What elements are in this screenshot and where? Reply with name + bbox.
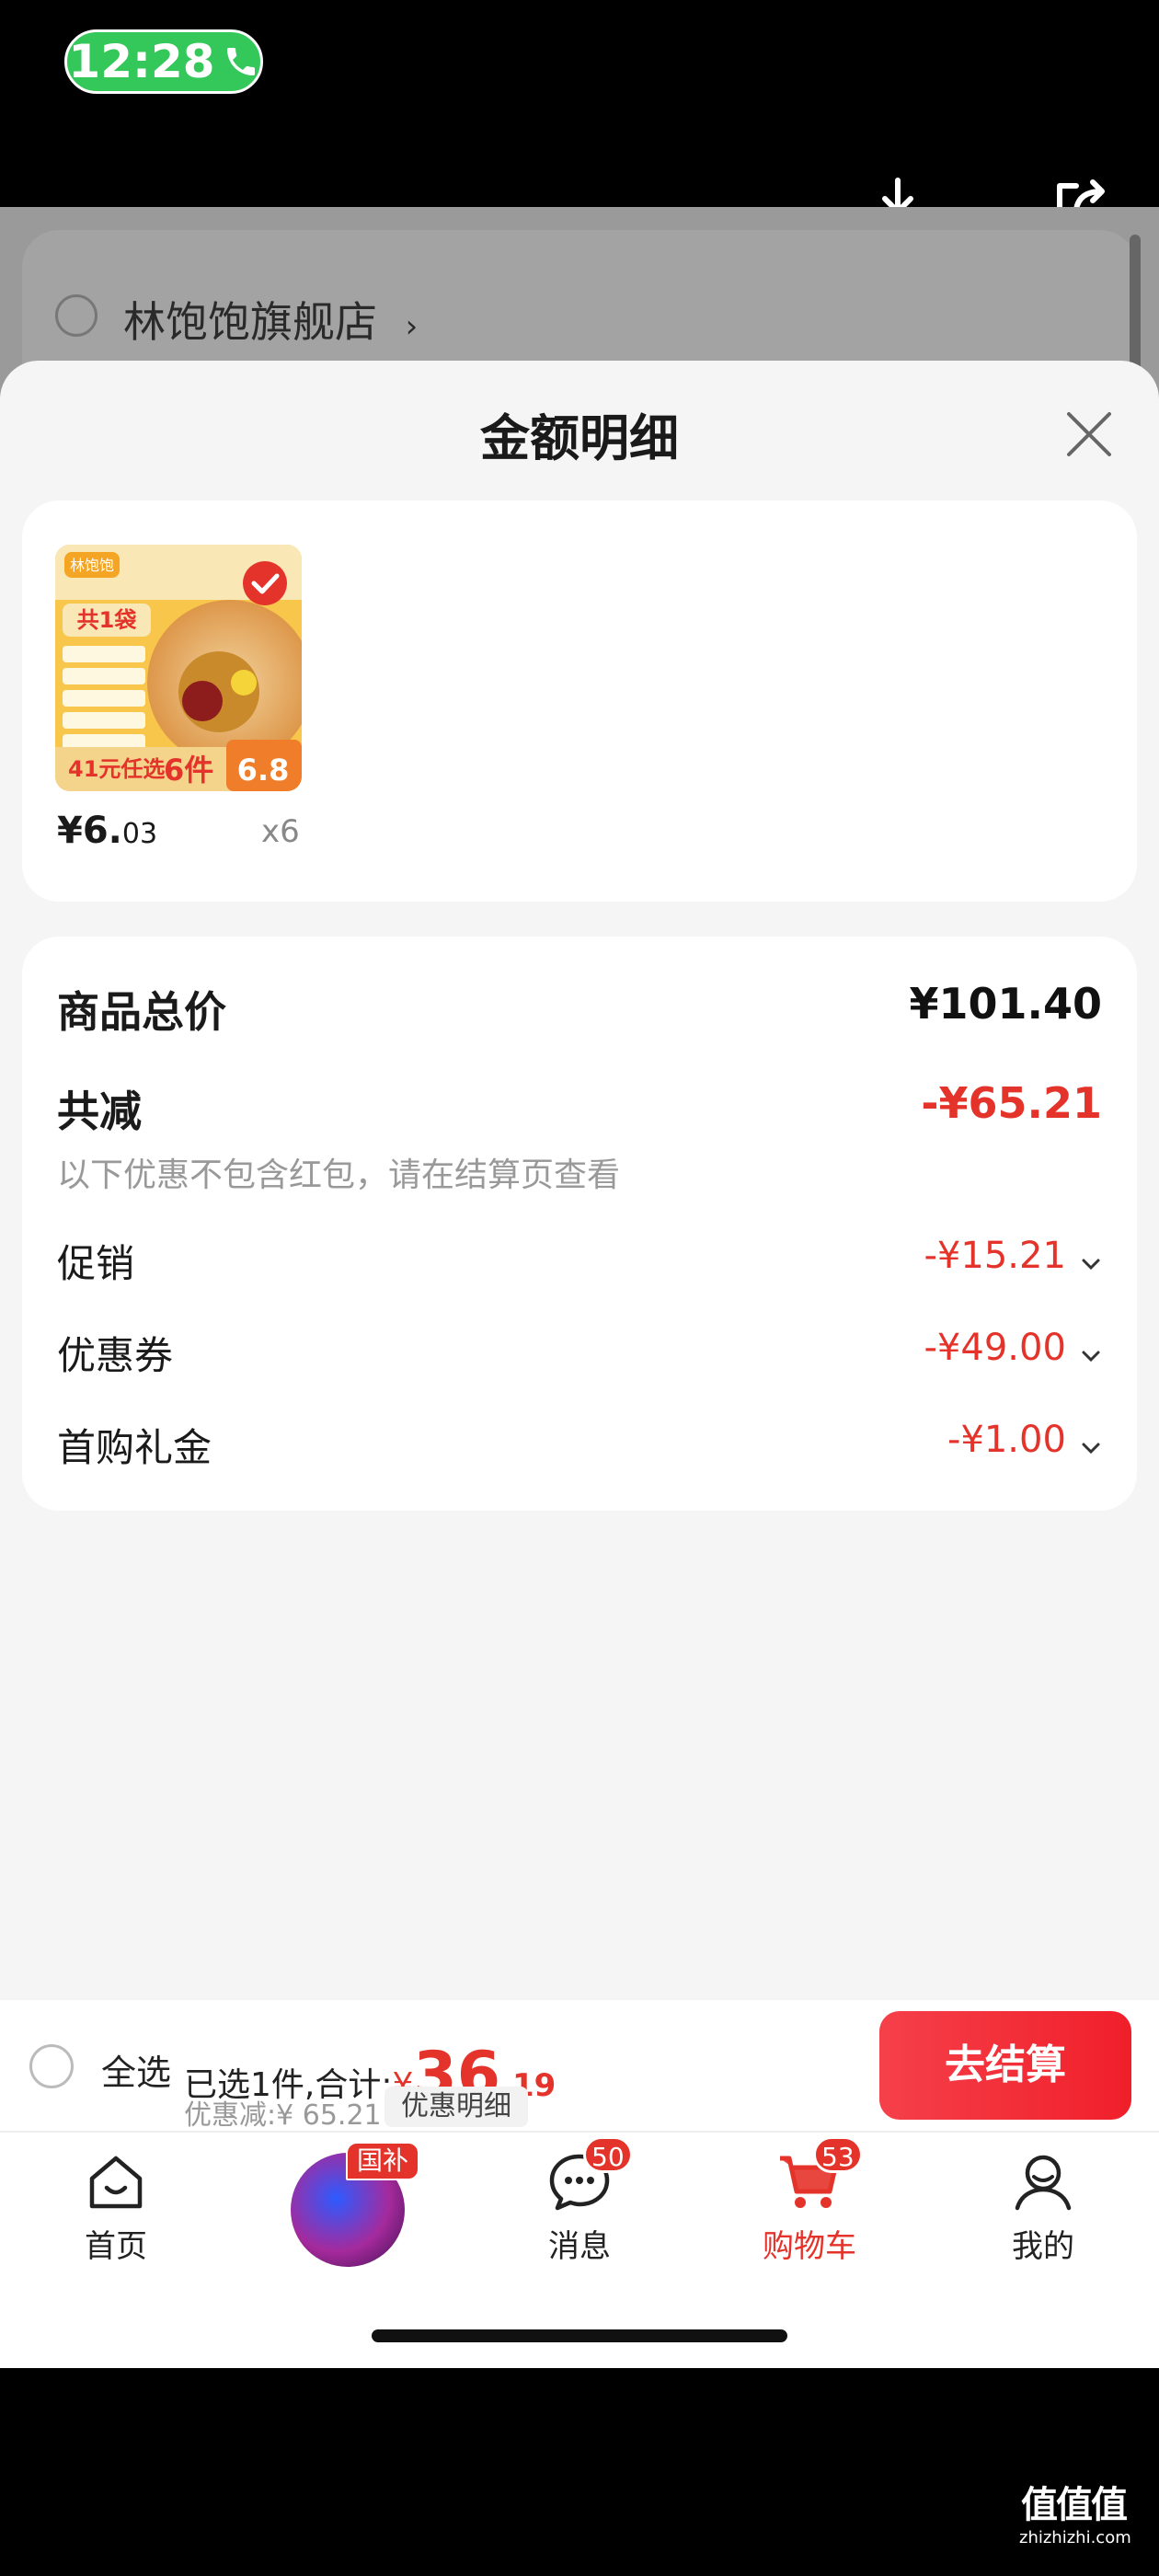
home-indicator[interactable] xyxy=(372,2329,787,2342)
total-label: 商品总价 xyxy=(57,987,226,1037)
subsidy-badge: 国补 xyxy=(346,2142,420,2180)
tab-home-label: 首页 xyxy=(85,2228,147,2265)
profile-icon xyxy=(1015,2155,1072,2211)
discount-amount: 优惠减:¥ 65.21 xyxy=(184,2099,382,2132)
bag-count-text: 共1袋 xyxy=(77,607,138,633)
sheet-title: 金额明细 xyxy=(480,409,679,467)
product-quantity: x6 xyxy=(261,813,300,850)
first-buy-label: 首购礼金 xyxy=(57,1425,212,1470)
product-price-cents: 03 xyxy=(121,818,158,850)
reduce-value: -¥65.21 xyxy=(921,1078,1102,1128)
tab-home[interactable]: 首页 xyxy=(42,2149,189,2266)
tab-profile-label: 我的 xyxy=(1012,2228,1074,2265)
watermark-logo: 值值值 xyxy=(1021,2484,1128,2526)
store-name-text: 林饱饱旗舰店 xyxy=(123,297,377,347)
store-select-radio[interactable] xyxy=(55,294,98,337)
tab-messages[interactable]: 消息 xyxy=(506,2149,653,2266)
chevron-down-icon xyxy=(1082,1351,1100,1362)
message-count-badge: 50 xyxy=(583,2136,633,2173)
product-price-main: ¥6. xyxy=(57,810,122,852)
discount-detail-button[interactable]: 优惠明细 xyxy=(384,2087,528,2127)
promo-row-value[interactable]: -¥15.21 xyxy=(924,1235,1103,1277)
bottom-black-area xyxy=(0,2368,1159,2576)
chevron-right-icon: › xyxy=(405,308,419,345)
status-time: 12:28 xyxy=(68,35,215,88)
coupon-row-value[interactable]: -¥49.00 xyxy=(924,1327,1103,1369)
first-buy-value: -¥1.00 xyxy=(947,1419,1066,1461)
home-icon xyxy=(89,2156,143,2209)
product-image-art: 林饱饱 共1袋 41元任选 6件 6.8 xyxy=(55,545,302,791)
select-all-label[interactable]: 全选 xyxy=(101,2044,171,2095)
chevron-down-icon xyxy=(1082,1259,1100,1270)
promo-text: 41元任选 xyxy=(68,756,165,782)
discount-note: 以下优惠不包含红包，请在结算页查看 xyxy=(57,1156,621,1194)
chevron-down-icon xyxy=(1082,1443,1100,1454)
first-buy-row-value[interactable]: -¥1.00 xyxy=(947,1419,1102,1461)
reduce-label: 共减 xyxy=(57,1087,142,1136)
promo-value: -¥15.21 xyxy=(924,1235,1066,1277)
watermark-url: zhizhizhi.com xyxy=(1019,2528,1131,2547)
coupon-value: -¥49.00 xyxy=(924,1327,1066,1369)
total-value: ¥101.40 xyxy=(909,979,1102,1029)
close-icon[interactable] xyxy=(1061,407,1117,462)
select-all-radio[interactable] xyxy=(29,2044,74,2088)
store-name[interactable]: 林饱饱旗舰店 › xyxy=(123,289,418,350)
checkout-button[interactable]: 去结算 xyxy=(879,2011,1131,2120)
status-time-pill: 12:28 xyxy=(64,29,263,94)
promo-price-text: 6.8 xyxy=(237,753,290,788)
tab-cart-label: 购物车 xyxy=(763,2228,856,2265)
phone-icon xyxy=(226,48,255,75)
tab-profile[interactable]: 我的 xyxy=(970,2149,1117,2266)
product-image[interactable]: 林饱饱 共1袋 41元任选 6件 6.8 xyxy=(55,545,302,791)
tab-messages-label: 消息 xyxy=(548,2228,611,2265)
promo-label: 促销 xyxy=(57,1241,135,1286)
brand-mini: 林饱饱 xyxy=(70,557,114,574)
tab-cart[interactable]: 购物车 xyxy=(736,2149,883,2266)
product-price: ¥6.03 xyxy=(57,810,157,852)
cart-count-badge: 53 xyxy=(813,2136,863,2173)
promo-count-text: 6件 xyxy=(164,753,213,788)
coupon-label: 优惠券 xyxy=(57,1333,174,1378)
